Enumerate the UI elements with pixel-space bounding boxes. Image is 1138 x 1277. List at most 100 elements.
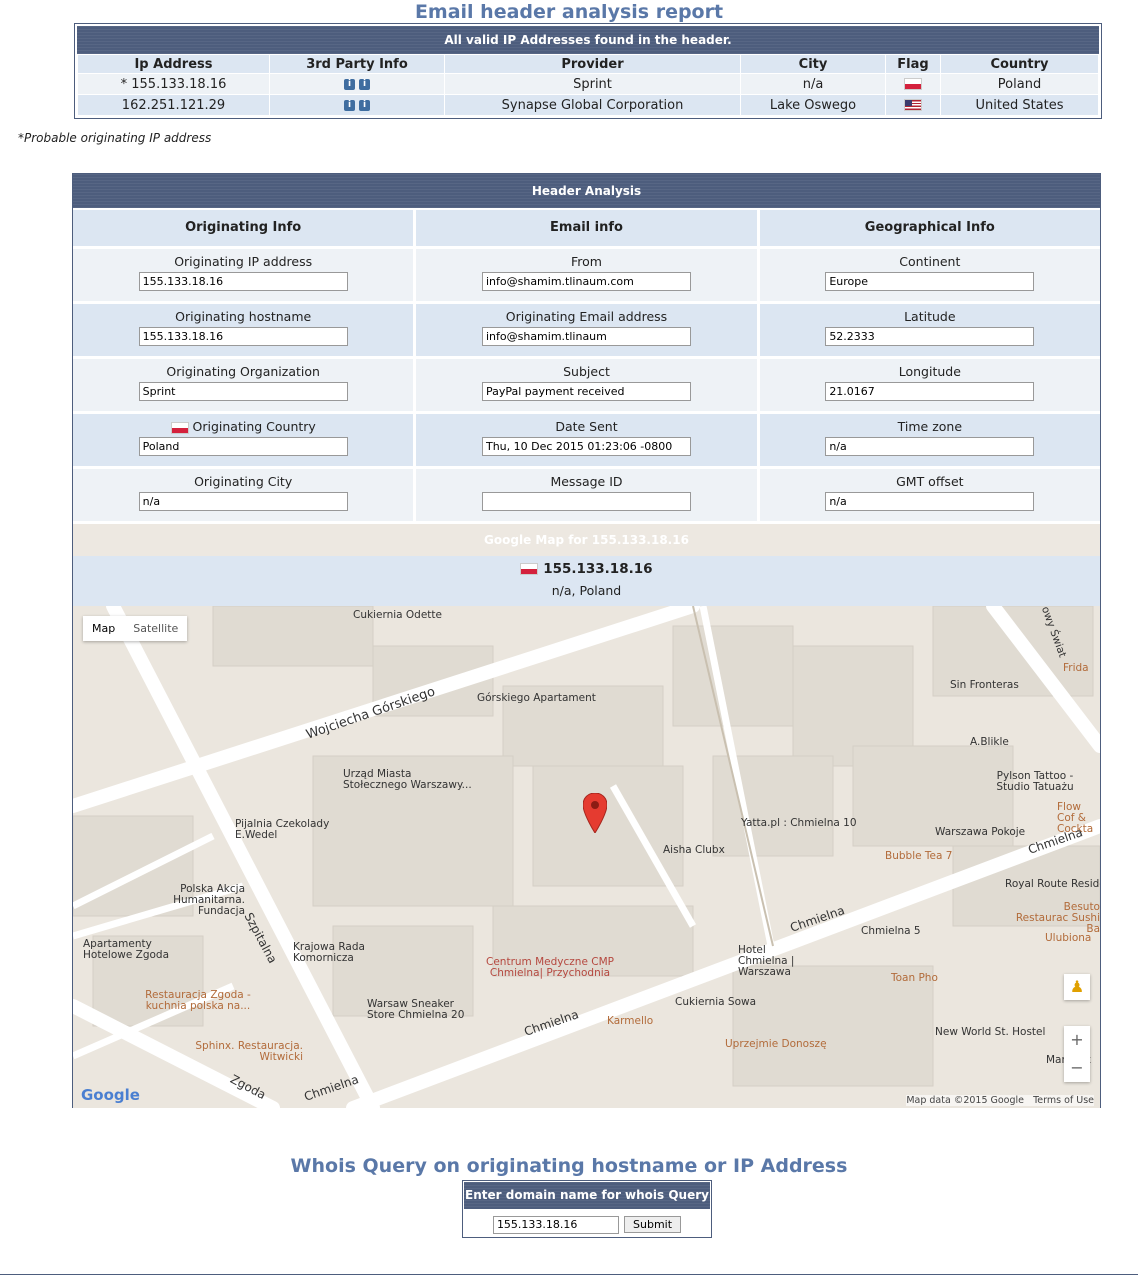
map-label: Polska Akcja Humanitarna. Fundacja (173, 883, 245, 917)
continent-field[interactable] (825, 272, 1035, 291)
map-label: Besuto Restaurac Sushi Ba (1015, 901, 1100, 935)
zoom-control: + − (1064, 1026, 1090, 1082)
field-label: Subject (563, 364, 610, 379)
field-label: Date Sent (555, 419, 618, 434)
longitude-field[interactable] (825, 382, 1035, 401)
email-info-title: Email info (416, 210, 757, 246)
map-label: Restauracja Zgoda - kuchnia polska na... (145, 989, 251, 1012)
map-label: Krajowa Rada Komornicza (293, 941, 365, 964)
header-analysis-title: Header Analysis (73, 174, 1100, 208)
zoom-out-button[interactable]: − (1064, 1054, 1090, 1082)
map-label: Uprzejmie Donoszę (725, 1038, 827, 1050)
info-icon[interactable]: i (344, 99, 355, 111)
field-label: Message ID (550, 474, 623, 489)
originating-organization-field[interactable] (138, 382, 348, 401)
map-label: A.Blikle (970, 736, 1009, 748)
info-icon[interactable]: i (359, 99, 370, 111)
info-icon[interactable]: i (359, 78, 370, 90)
field-label: GMT offset (896, 474, 964, 489)
from-field[interactable] (481, 272, 691, 291)
info-icon[interactable]: i (344, 78, 355, 90)
header-analysis-panel: Header Analysis Originating Info Origina… (72, 173, 1101, 1108)
footnote: *Probable originating IP address (18, 131, 211, 145)
footnote-text: Probable originating IP address (24, 131, 212, 145)
field-label: Latitude (904, 309, 956, 324)
map-location-info: 155.133.18.16 n/a, Poland (73, 556, 1100, 606)
originating-city-field[interactable] (138, 492, 348, 511)
map-header: Google Map for 155.133.18.16 (73, 524, 1100, 556)
divider (0, 1274, 1138, 1275)
provider-cell: Sprint (444, 73, 741, 95)
provider-cell: Synapse Global Corporation (444, 94, 741, 116)
field-label: Originating City (194, 474, 293, 489)
google-map[interactable]: Map Satellite Cukiernia Odette Wojciecha… (73, 606, 1100, 1108)
zoom-in-button[interactable]: + (1064, 1026, 1090, 1054)
map-label: Warsaw Sneaker Store Chmielna 20 (367, 998, 465, 1021)
submit-button[interactable]: Submit (624, 1216, 682, 1233)
map-marker-icon[interactable] (583, 793, 607, 833)
map-label: Pylson Tattoo - Studio Tatuażu (996, 770, 1074, 793)
street-view-icon[interactable]: ♟ (1064, 974, 1090, 1000)
country-cell: United States (940, 94, 1099, 116)
map-label: New World St. Hostel (935, 1026, 1046, 1038)
map-label: Warszawa Pokoje (935, 826, 1026, 838)
map-ip: 155.133.18.16 (543, 561, 653, 577)
geographical-info-title: Geographical Info (759, 210, 1100, 246)
map-label: Pijalnia Czekolady E.Wedel (235, 818, 330, 841)
ip-cell: 162.251.121.29 (77, 94, 270, 116)
map-data-text: Map data ©2015 Google (906, 1095, 1025, 1106)
ip-address-table: All valid IP Addresses found in the head… (74, 23, 1102, 119)
col-ip-address: Ip Address (77, 54, 270, 74)
map-label: Hotel Chmielna | Warszawa (738, 944, 795, 978)
originating-hostname-field[interactable] (138, 327, 348, 346)
field-label: From (571, 254, 602, 269)
map-label: Karmello (607, 1015, 654, 1027)
whois-header: Enter domain name for whois Query (464, 1182, 710, 1209)
city-cell: Lake Oswego (740, 94, 886, 116)
message-id-field[interactable] (481, 492, 691, 511)
geographical-info-column: Geographical Info Continent Latitude Lon… (759, 208, 1100, 521)
originating-info-title: Originating Info (73, 210, 414, 246)
originating-email-field[interactable] (481, 327, 691, 346)
map-location: n/a, Poland (551, 583, 622, 598)
col-flag: Flag (885, 54, 941, 74)
field-label: Originating Organization (166, 364, 320, 379)
ip-table-header: All valid IP Addresses found in the head… (77, 26, 1099, 54)
us-flag-icon (904, 99, 922, 111)
pl-flag-icon (904, 78, 922, 90)
terms-of-use-link[interactable]: Terms of Use (1033, 1095, 1094, 1106)
gmt-offset-field[interactable] (825, 492, 1035, 511)
city-cell: n/a (740, 73, 886, 95)
field-label: Time zone (897, 419, 963, 434)
map-label: Cukiernia Odette (353, 609, 443, 621)
map-button[interactable]: Map (83, 616, 124, 641)
pl-flag-icon (170, 421, 189, 434)
map-label: Ulubiona (1045, 932, 1092, 944)
map-label: Cukiernia Sowa (675, 996, 757, 1008)
ip-cell: * 155.133.18.16 (77, 73, 270, 95)
satellite-button[interactable]: Satellite (124, 616, 187, 641)
originating-country-field[interactable] (138, 437, 348, 456)
whois-domain-input[interactable] (492, 1215, 619, 1234)
originating-info-column: Originating Info Originating IP address … (73, 208, 414, 521)
col-provider: Provider (444, 54, 741, 74)
whois-form: Enter domain name for whois Query Submit (462, 1180, 712, 1238)
field-label: Originating Email address (505, 309, 668, 324)
date-sent-field[interactable] (481, 437, 691, 456)
originating-ip-field[interactable] (138, 272, 348, 291)
map-label: Aisha Clubx (663, 844, 725, 856)
map-label: Urząd Miasta Stołecznego Warszawy... (343, 768, 472, 791)
map-type-control: Map Satellite (83, 616, 188, 641)
map-label: Bubble Tea 7 (885, 850, 953, 862)
field-label: Originating IP address (174, 254, 313, 269)
email-info-column: Email info From Originating Email addres… (416, 208, 757, 521)
pl-flag-icon (520, 563, 539, 575)
map-label: Toan Pho (891, 972, 938, 984)
field-label: Originating Country (192, 419, 316, 434)
google-logo: Google (81, 1086, 140, 1104)
latitude-field[interactable] (825, 327, 1035, 346)
subject-field[interactable] (481, 382, 691, 401)
time-zone-field[interactable] (825, 437, 1035, 456)
report-title: Email header analysis report (414, 1, 724, 23)
whois-title: Whois Query on originating hostname or I… (290, 1155, 848, 1177)
